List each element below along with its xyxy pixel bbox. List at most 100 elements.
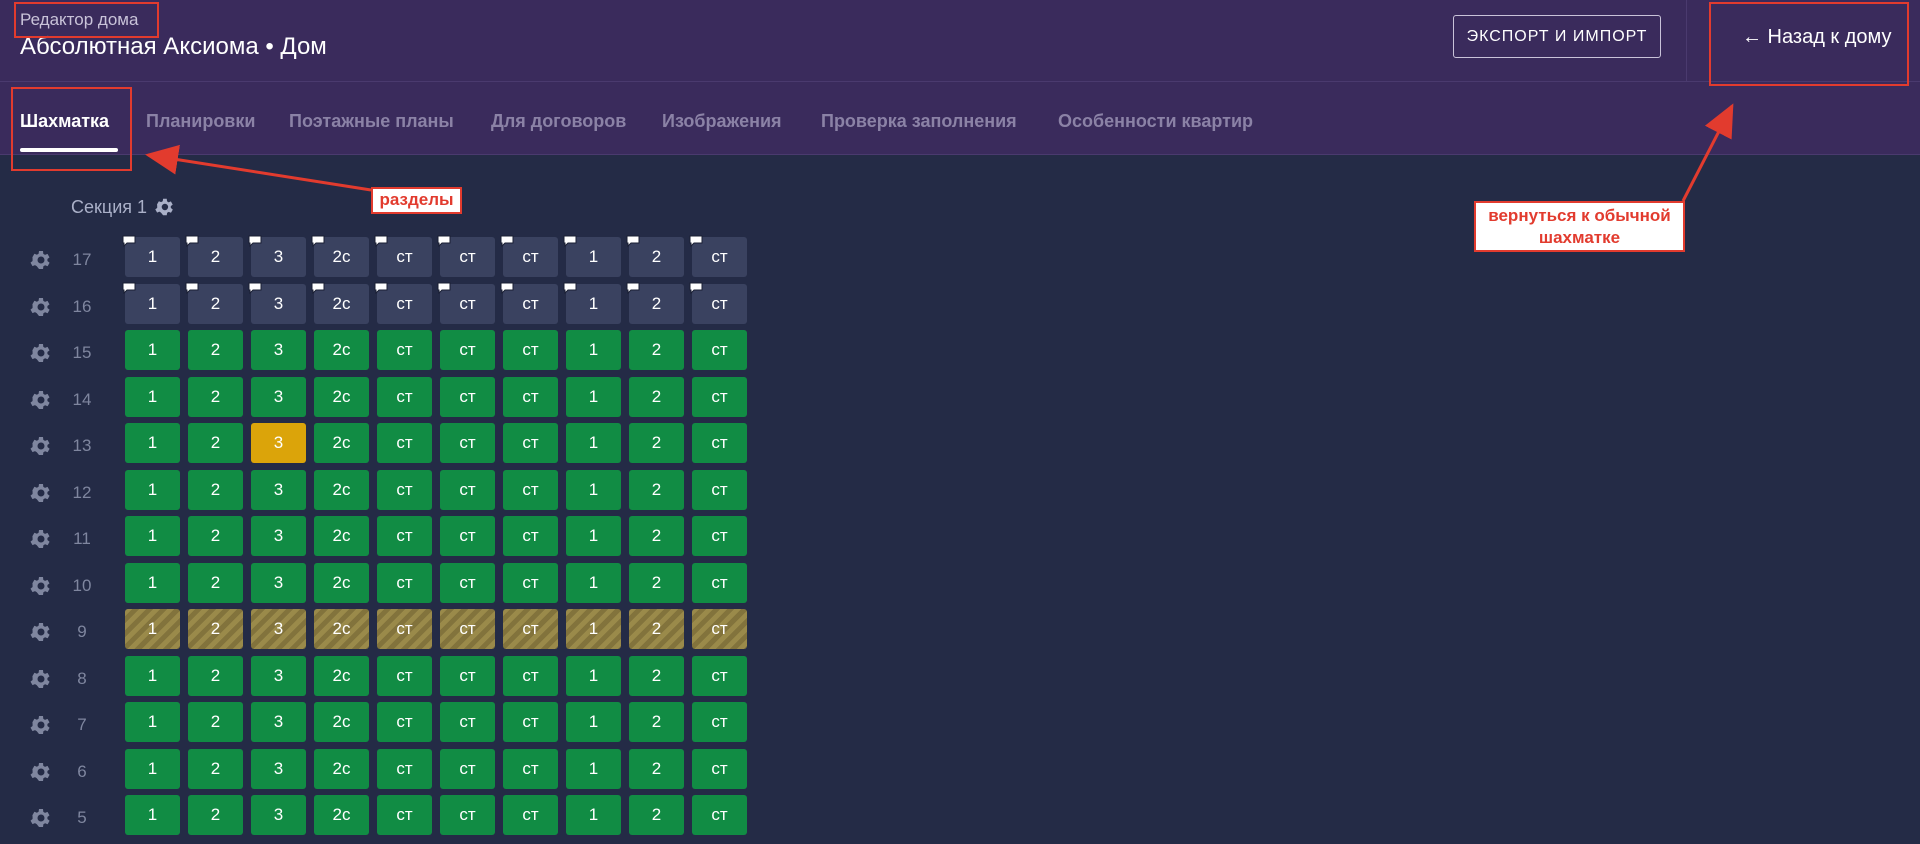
gear-icon[interactable] bbox=[28, 713, 52, 737]
apartment-cell[interactable]: ст bbox=[689, 282, 747, 324]
apartment-cell[interactable]: 2с bbox=[314, 516, 369, 556]
apartment-cell[interactable]: ст bbox=[503, 330, 558, 370]
apartment-cell[interactable]: ст bbox=[440, 562, 495, 603]
apartment-cell[interactable]: 3 bbox=[251, 609, 306, 649]
apartment-cell[interactable]: 2 bbox=[188, 516, 243, 556]
gear-icon[interactable] bbox=[28, 620, 52, 644]
apartment-cell[interactable]: 1 bbox=[125, 702, 180, 742]
apartment-cell[interactable]: ст bbox=[503, 376, 558, 417]
apartment-cell[interactable]: 3 bbox=[248, 235, 306, 277]
apartment-cell[interactable]: ст bbox=[503, 748, 558, 789]
apartment-cell[interactable]: 1 bbox=[566, 516, 621, 556]
apartment-cell[interactable]: 2 bbox=[188, 655, 243, 696]
apartment-cell[interactable]: 3 bbox=[251, 562, 306, 603]
apartment-cell[interactable]: 2 bbox=[629, 423, 684, 463]
comment-icon[interactable] bbox=[437, 232, 451, 248]
apartment-cell[interactable]: ст bbox=[692, 655, 747, 696]
apartment-cell[interactable]: 2 bbox=[188, 748, 243, 789]
gear-icon[interactable] bbox=[28, 527, 52, 551]
apartment-cell[interactable]: 3 bbox=[251, 469, 306, 510]
apartment-cell[interactable]: 2с bbox=[314, 330, 369, 370]
apartment-cell[interactable]: ст bbox=[437, 235, 495, 277]
comment-icon[interactable] bbox=[626, 232, 640, 248]
apartment-cell[interactable]: ст bbox=[374, 282, 432, 324]
apartment-cell[interactable]: ст bbox=[377, 609, 432, 649]
apartment-cell[interactable]: ст bbox=[692, 795, 747, 835]
tab-floor-plans[interactable]: Поэтажные планы bbox=[289, 111, 454, 132]
tab-images[interactable]: Изображения bbox=[662, 111, 782, 132]
apartment-cell[interactable]: 2с bbox=[314, 702, 369, 742]
comment-icon[interactable] bbox=[374, 232, 388, 248]
apartment-cell[interactable]: ст bbox=[692, 469, 747, 510]
apartment-cell[interactable]: ст bbox=[377, 376, 432, 417]
apartment-cell[interactable]: 3 bbox=[251, 655, 306, 696]
comment-icon[interactable] bbox=[689, 232, 703, 248]
apartment-cell[interactable]: ст bbox=[503, 655, 558, 696]
apartment-cell[interactable]: 1 bbox=[125, 423, 180, 463]
apartment-cell[interactable]: ст bbox=[692, 376, 747, 417]
apartment-cell[interactable]: ст bbox=[692, 423, 747, 463]
apartment-cell[interactable]: ст bbox=[503, 516, 558, 556]
apartment-cell[interactable]: 2 bbox=[629, 655, 684, 696]
apartment-cell[interactable]: 3 bbox=[248, 282, 306, 324]
apartment-cell[interactable]: ст bbox=[377, 795, 432, 835]
apartment-cell[interactable]: 1 bbox=[125, 562, 180, 603]
apartment-cell[interactable]: 2 bbox=[185, 282, 243, 324]
gear-icon[interactable] bbox=[28, 574, 52, 598]
apartment-cell[interactable]: 1 bbox=[125, 655, 180, 696]
apartment-cell[interactable]: 1 bbox=[122, 282, 180, 324]
apartment-cell[interactable]: 3 bbox=[251, 330, 306, 370]
comment-icon[interactable] bbox=[563, 232, 577, 248]
comment-icon[interactable] bbox=[374, 279, 388, 294]
apartment-cell[interactable]: ст bbox=[377, 516, 432, 556]
apartment-cell[interactable]: 2с bbox=[311, 235, 369, 277]
apartment-cell[interactable]: ст bbox=[377, 469, 432, 510]
apartment-cell[interactable]: ст bbox=[500, 235, 558, 277]
apartment-cell[interactable]: ст bbox=[503, 562, 558, 603]
apartment-cell[interactable]: 2с bbox=[314, 655, 369, 696]
apartment-cell[interactable]: 1 bbox=[125, 516, 180, 556]
apartment-cell[interactable]: ст bbox=[440, 469, 495, 510]
comment-icon[interactable] bbox=[500, 279, 514, 294]
apartment-cell[interactable]: 2 bbox=[629, 469, 684, 510]
apartment-cell[interactable]: 2 bbox=[629, 562, 684, 603]
apartment-cell[interactable]: ст bbox=[503, 609, 558, 649]
apartment-cell[interactable]: 2 bbox=[626, 282, 684, 324]
gear-icon[interactable] bbox=[28, 248, 52, 272]
apartment-cell[interactable]: ст bbox=[440, 376, 495, 417]
apartment-cell[interactable]: ст bbox=[377, 748, 432, 789]
apartment-cell[interactable]: 2с bbox=[314, 609, 369, 649]
apartment-cell[interactable]: ст bbox=[440, 702, 495, 742]
apartment-cell[interactable]: ст bbox=[500, 282, 558, 324]
apartment-cell[interactable]: ст bbox=[692, 330, 747, 370]
apartment-cell[interactable]: 1 bbox=[125, 469, 180, 510]
apartment-cell[interactable]: ст bbox=[374, 235, 432, 277]
apartment-cell[interactable]: ст bbox=[692, 748, 747, 789]
comment-icon[interactable] bbox=[185, 232, 199, 248]
apartment-cell[interactable]: ст bbox=[692, 702, 747, 742]
apartment-cell[interactable]: 2с bbox=[314, 469, 369, 510]
apartment-cell[interactable]: 2 bbox=[188, 469, 243, 510]
apartment-cell[interactable]: ст bbox=[437, 282, 495, 324]
apartment-cell[interactable]: 1 bbox=[125, 795, 180, 835]
apartment-cell[interactable]: 1 bbox=[566, 423, 621, 463]
apartment-cell[interactable]: 1 bbox=[566, 795, 621, 835]
gear-icon[interactable] bbox=[153, 196, 175, 218]
apartment-cell[interactable]: 1 bbox=[563, 235, 621, 277]
apartment-cell[interactable]: 1 bbox=[563, 282, 621, 324]
apartment-cell[interactable]: ст bbox=[377, 702, 432, 742]
apartment-cell[interactable]: 2 bbox=[188, 562, 243, 603]
apartment-cell[interactable]: ст bbox=[440, 609, 495, 649]
apartment-cell[interactable]: 2 bbox=[188, 702, 243, 742]
export-import-button[interactable]: ЭКСПОРТ И ИМПОРТ bbox=[1453, 15, 1661, 58]
apartment-cell[interactable]: 3 bbox=[251, 702, 306, 742]
apartment-cell[interactable]: 3 bbox=[251, 795, 306, 835]
apartment-cell[interactable]: 2 bbox=[185, 235, 243, 277]
apartment-cell[interactable]: 2 bbox=[626, 235, 684, 277]
apartment-cell[interactable]: 2 bbox=[188, 609, 243, 649]
tab-layouts[interactable]: Планировки bbox=[146, 111, 255, 132]
apartment-cell[interactable]: 3 bbox=[251, 423, 306, 463]
apartment-cell[interactable]: 2 bbox=[629, 330, 684, 370]
comment-icon[interactable] bbox=[311, 279, 325, 294]
apartment-cell[interactable]: ст bbox=[692, 562, 747, 603]
